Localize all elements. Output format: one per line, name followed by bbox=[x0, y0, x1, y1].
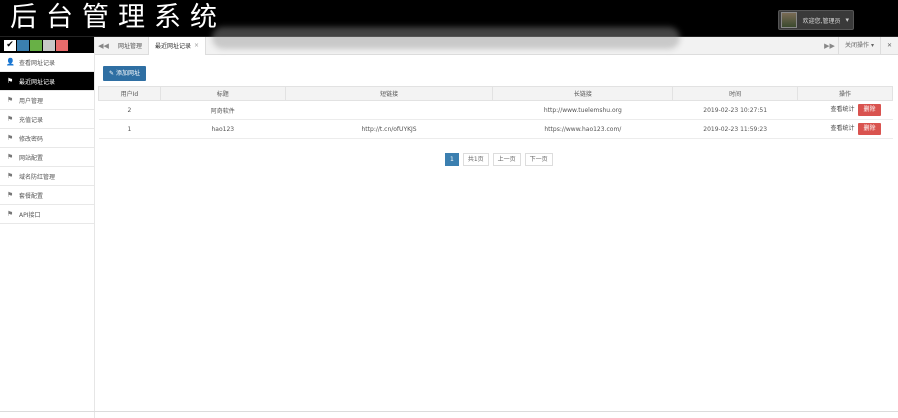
cell-time: 2019-02-23 11:59:23 bbox=[672, 119, 798, 139]
cell-short: http://t.cn/ofUYKJS bbox=[285, 119, 493, 139]
table-row: 2 阿奇软件 http://www.tuelemshu.org 2019-02-23 … bbox=[98, 100, 893, 120]
close-icon[interactable]: ✕ bbox=[879, 36, 898, 55]
cell-user-id: 1 bbox=[98, 119, 161, 139]
bookmark-icon: ⚑ bbox=[6, 191, 14, 199]
table-body: 2 阿奇软件 http://www.tuelemshu.org 2019-02-23 … bbox=[98, 100, 893, 139]
user-icon: 👤 bbox=[6, 58, 15, 66]
app-title: 后台管理系统 bbox=[10, 2, 226, 33]
sidebar-item-2[interactable]: ⚑ 用户管理 bbox=[0, 91, 94, 110]
sidebar-item-0[interactable]: 👤 查看网址记录 bbox=[0, 53, 94, 72]
column-header: 长链接 bbox=[492, 86, 674, 101]
cell-long: https://www.hao123.com/ bbox=[492, 119, 673, 139]
sidebar-item-label: 充值记录 bbox=[19, 116, 44, 124]
tab-list: 网址管理 最近网址记录 × bbox=[112, 36, 207, 55]
bookmark-icon: ⚑ bbox=[6, 210, 14, 218]
sidebar-nav: 👤 查看网址记录 ⚑ 最近网址记录 ⚑ 用户管理 ⚑ 充值记录 ⚑ 修改密码 ⚑ 网站配置 ⚑ 域名防红管… bbox=[0, 53, 94, 224]
bookmark-icon: ⚑ bbox=[6, 77, 14, 85]
theme-swatch-red[interactable] bbox=[56, 39, 68, 51]
column-header: 用户Id bbox=[98, 86, 161, 101]
redaction-blur bbox=[212, 27, 680, 49]
cell-short bbox=[285, 100, 493, 120]
edit-icon: ✎ bbox=[109, 70, 115, 77]
sidebar-item-label: 域名防红管理 bbox=[19, 173, 56, 181]
tab-1[interactable]: 最近网址记录 × bbox=[149, 36, 207, 55]
delete-button[interactable]: 删除 bbox=[858, 104, 881, 116]
sidebar-item-1[interactable]: ⚑ 最近网址记录 bbox=[0, 72, 94, 91]
sidebar-item-label: 网站配置 bbox=[19, 154, 44, 162]
page-current[interactable]: 1 bbox=[445, 153, 459, 166]
bookmark-icon: ⚑ bbox=[6, 115, 14, 123]
sidebar-item-4[interactable]: ⚑ 修改密码 bbox=[0, 129, 94, 148]
tab-label: 最近网址记录 bbox=[155, 43, 192, 50]
sidebar-item-label: 最近网址记录 bbox=[19, 78, 56, 86]
tab-close-icon[interactable]: × bbox=[194, 42, 199, 49]
sidebar-item-label: API接口 bbox=[19, 211, 41, 219]
page-prev[interactable]: 上一页 bbox=[492, 153, 521, 166]
tab-label: 网址管理 bbox=[118, 43, 143, 50]
sidebar-item-5[interactable]: ⚑ 网站配置 bbox=[0, 148, 94, 167]
bookmark-icon: ⚑ bbox=[6, 134, 14, 142]
user-name: 欢迎您,管理员 bbox=[802, 17, 841, 25]
sidebar-item-label: 套餐配置 bbox=[19, 192, 44, 200]
column-header: 标题 bbox=[159, 86, 286, 101]
theme-swatch-gray[interactable] bbox=[43, 39, 55, 51]
table-header: 用户Id 标题 短链接 长链接 时间 操作 bbox=[98, 86, 893, 101]
delete-button[interactable]: 删除 bbox=[858, 123, 881, 135]
bookmark-icon: ⚑ bbox=[6, 96, 14, 104]
cell-time: 2019-02-23 10:27:51 bbox=[672, 100, 798, 120]
theme-swatch-blue[interactable] bbox=[17, 39, 29, 51]
tab-prev-icon[interactable]: ◀◀ bbox=[95, 42, 112, 50]
tab-0[interactable]: 网址管理 bbox=[112, 36, 150, 55]
records-table: 用户Id 标题 短链接 长链接 时间 操作 2 阿奇软件 http://www.tuelems… bbox=[98, 86, 893, 139]
page-next[interactable]: 下一页 bbox=[524, 153, 553, 166]
sidebar-item-label: 查看网址记录 bbox=[19, 59, 56, 67]
column-header: 时间 bbox=[672, 86, 799, 101]
cell-long: http://www.tuelemshu.org bbox=[492, 100, 673, 120]
cell-user-id: 2 bbox=[98, 100, 161, 120]
theme-swatch-green[interactable] bbox=[30, 39, 42, 51]
cell-title: hao123 bbox=[160, 119, 286, 139]
table-row: 1 hao123 http://t.cn/ofUYKJS https://www.ha… bbox=[98, 119, 893, 139]
theme-switcher: ✔ bbox=[0, 37, 94, 53]
tab-next-icon[interactable]: ▶▶ bbox=[821, 42, 838, 50]
bookmark-icon: ⚑ bbox=[6, 153, 14, 161]
close-ops-button[interactable]: 关闭操作 ▾ bbox=[838, 36, 880, 55]
column-header: 操作 bbox=[797, 86, 893, 101]
bottom-divider bbox=[0, 411, 898, 412]
bookmark-icon: ⚑ bbox=[6, 172, 14, 180]
sidebar-item-label: 用户管理 bbox=[19, 97, 44, 105]
sidebar: ✔ 👤 查看网址记录 ⚑ 最近网址记录 ⚑ 用户管理 ⚑ 充值记录 ⚑ 修改密码 ⚑ 网站配置 ⚑ 域名防… bbox=[0, 37, 95, 418]
caret-down-icon: ▾ bbox=[845, 16, 849, 24]
main-content: ✎ 添加网址 用户Id 标题 短链接 长链接 时间 操作 2 阿奇软件 http://www.… bbox=[95, 56, 898, 418]
cell-title: 阿奇软件 bbox=[160, 100, 286, 120]
cell-actions: 查看统计 删除 bbox=[797, 100, 893, 120]
cell-actions: 查看统计 删除 bbox=[797, 119, 893, 139]
sidebar-item-7[interactable]: ⚑ 套餐配置 bbox=[0, 186, 94, 205]
pagination: 1 共1页 上一页 下一页 bbox=[445, 153, 553, 166]
view-stats-link[interactable]: 查看统计 bbox=[830, 106, 854, 113]
theme-swatch-white[interactable]: ✔ bbox=[4, 39, 16, 51]
sidebar-item-6[interactable]: ⚑ 域名防红管理 bbox=[0, 167, 94, 186]
avatar bbox=[780, 12, 797, 28]
sidebar-item-3[interactable]: ⚑ 充值记录 bbox=[0, 110, 94, 129]
view-stats-link[interactable]: 查看统计 bbox=[830, 125, 854, 132]
user-menu[interactable]: 欢迎您,管理员 ▾ bbox=[777, 10, 854, 30]
column-header: 短链接 bbox=[284, 86, 494, 101]
sidebar-item-8[interactable]: ⚑ API接口 bbox=[0, 205, 94, 224]
page-total: 共1页 bbox=[462, 153, 489, 166]
add-url-button[interactable]: ✎ 添加网址 bbox=[103, 66, 146, 81]
sidebar-item-label: 修改密码 bbox=[19, 135, 44, 143]
